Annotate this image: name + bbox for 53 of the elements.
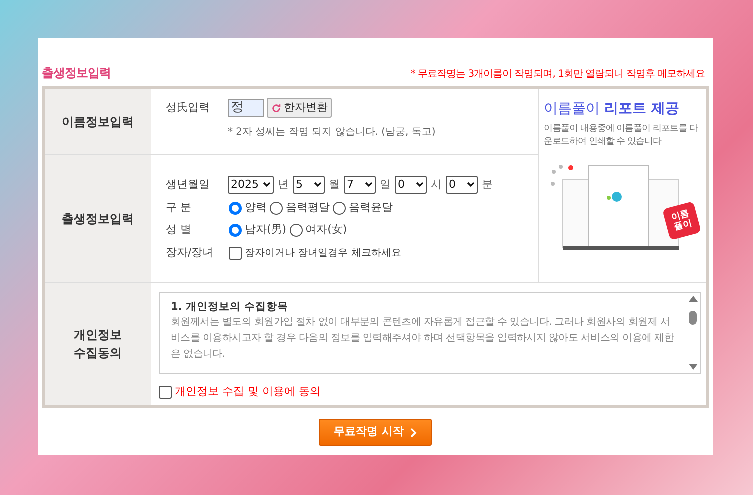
- option-label: 음력평달: [286, 200, 330, 216]
- field-label: 구 분: [166, 200, 192, 216]
- dropdown[interactable]: 0: [446, 176, 478, 194]
- section-title: 출생정보입력: [42, 65, 111, 82]
- notice-text: * 무료작명는 3개이름이 작명되며, 1회만 열람되니 작명후 메모하세요: [410, 68, 706, 82]
- row-header: 출생정보입력: [45, 155, 151, 282]
- scroll-up-icon: [688, 296, 698, 302]
- refresh-icon: [271, 102, 282, 114]
- promo-title: 이름풀이 리포트 제공: [544, 100, 680, 119]
- chevron-right-icon: [410, 428, 417, 438]
- promo-text: 이름풀이 내용중에 이름풀이 리포트를 다운로드하여 인쇄할 수 있습니다: [544, 123, 700, 149]
- scrollbar-thumb[interactable]: [689, 311, 697, 325]
- chevron-down-icon: [467, 182, 475, 188]
- chevron-down-icon: [263, 182, 271, 188]
- option-label: 여자(女): [306, 222, 348, 238]
- terms-heading: 1. 개인정보의 수집항목: [171, 300, 290, 315]
- option-label: 남자(男): [245, 222, 287, 238]
- radio-button[interactable]: [270, 202, 283, 214]
- unit-label: 분: [482, 176, 493, 192]
- radio-button[interactable]: [229, 202, 242, 214]
- field-label: 장자/장녀: [166, 244, 215, 261]
- dropdown[interactable]: 2025: [228, 176, 274, 194]
- surname-field[interactable]: 정: [228, 99, 264, 117]
- checkbox[interactable]: [159, 386, 172, 399]
- option-label: 장자이거나 장녀일경우 체크하세요: [245, 246, 402, 260]
- chevron-down-icon: [416, 182, 424, 188]
- radio-button[interactable]: [290, 224, 303, 237]
- scroll-down-icon: [688, 364, 698, 370]
- header-text: 개인정보: [74, 327, 122, 344]
- option-label: 양력: [245, 200, 267, 216]
- unit-label: 년: [278, 176, 289, 192]
- row-header: 이름정보입력: [45, 89, 151, 154]
- hint-text: * 2자 성씨는 작명 되지 않습니다. (남궁, 독고): [228, 126, 437, 140]
- header-text: 수집동의: [74, 345, 122, 362]
- unit-label: 월: [329, 176, 340, 192]
- dropdown[interactable]: 7: [344, 176, 376, 194]
- terms-text: 회원께서는 별도의 회원가입 절차 없이 대부분의 콘텐츠에 자유롭게 접근할 수 있습니다. 그러나 회원사의 회원제 서비스를 이용하시고자 할 경우 다음의 정보를 입력해주셔야 하며 선택항목을 입력하시지 않아도 서비스의 이용에 제한은 없습니다.: [171, 316, 675, 362]
- dropdown[interactable]: 0: [395, 176, 427, 194]
- chevron-down-icon: [314, 182, 322, 188]
- field-label: 생년월일: [166, 176, 211, 192]
- unit-label: 시: [431, 176, 442, 192]
- field-label: 성氏입력: [166, 100, 211, 116]
- radio-button[interactable]: [333, 202, 346, 214]
- unit-label: 일: [380, 176, 391, 192]
- hanja-convert-button[interactable]: 한자변환: [267, 98, 332, 118]
- option-label: 음력윤달: [349, 200, 393, 216]
- field-label: 성 별: [166, 222, 192, 238]
- badge-text: 풀이: [673, 218, 694, 233]
- dropdown[interactable]: 5: [293, 176, 325, 194]
- agree-label: 개인정보 수집 및 이용에 동의: [175, 384, 321, 400]
- checkbox[interactable]: [229, 246, 242, 260]
- radio-button[interactable]: [229, 224, 242, 237]
- chevron-down-icon: [365, 182, 373, 188]
